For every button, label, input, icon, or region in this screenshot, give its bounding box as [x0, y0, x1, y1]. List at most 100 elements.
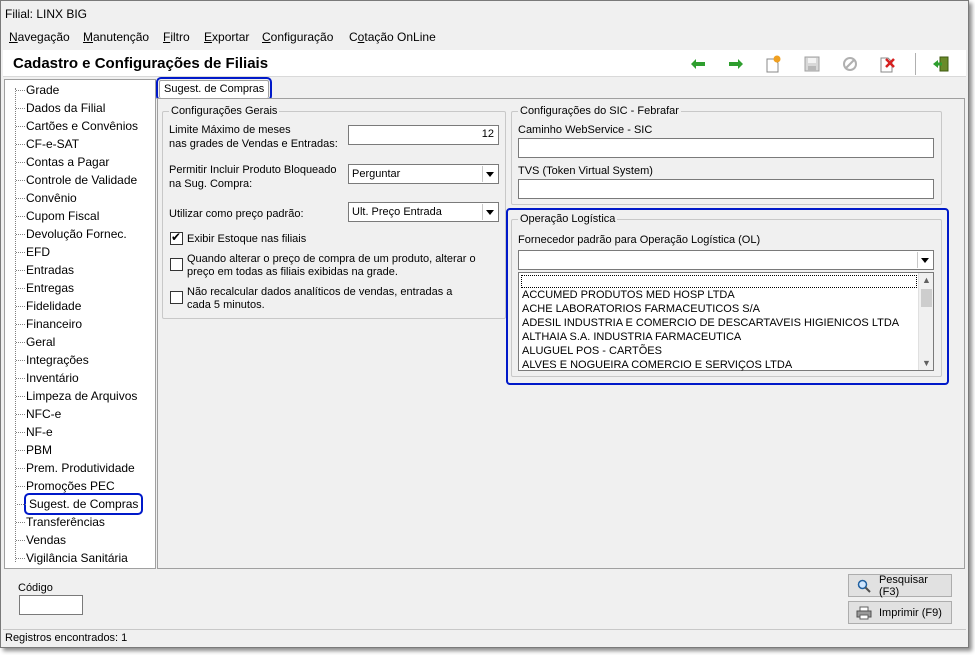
- sidebar-item-grade[interactable]: Grade: [16, 82, 59, 98]
- price-all-stores-label-line1: Quando alterar o preço de compra de um p…: [187, 253, 476, 265]
- tree-connector: [16, 288, 25, 289]
- price-all-stores-checkbox[interactable]: [170, 258, 183, 271]
- sidebar-item-limpeza-de-arquivos[interactable]: Limpeza de Arquivos: [16, 388, 137, 404]
- sidebar-item-contas-a-pagar[interactable]: Contas a Pagar: [16, 154, 109, 170]
- sidebar-item-label: Devolução Fornec.: [26, 227, 127, 241]
- sidebar-item-transferencias[interactable]: Transferências: [16, 514, 105, 530]
- sidebar-item-efd[interactable]: EFD: [16, 244, 50, 260]
- sidebar-item-label: Prem. Produtividade: [26, 461, 135, 475]
- sidebar-item-geral[interactable]: Geral: [16, 334, 56, 350]
- tree-connector: [16, 198, 25, 199]
- sidebar-item-inventario[interactable]: Inventário: [16, 370, 79, 386]
- sidebar-item-label: EFD: [26, 245, 50, 259]
- sidebar-item-controle-de-validade[interactable]: Controle de Validade: [16, 172, 137, 188]
- no-recalc-label-line2: cada 5 minutos.: [187, 299, 265, 311]
- tree-connector: [16, 108, 25, 109]
- group-sic-title: Configurações do SIC - Febrafar: [518, 105, 681, 117]
- tree-connector: [16, 450, 25, 451]
- checkmark-icon: ✔: [171, 230, 182, 244]
- blocked-label-line2: na Sug. Compra:: [169, 178, 253, 190]
- sidebar-item-vigilancia-sanitaria[interactable]: Vigilância Sanitária: [16, 550, 128, 566]
- sidebar-item-cupom-fiscal[interactable]: Cupom Fiscal: [16, 208, 100, 224]
- sidebar-item-label: NFC-e: [26, 407, 62, 421]
- sidebar-item-pbm[interactable]: PBM: [16, 442, 52, 458]
- sidebar-item-devolucao-fornec[interactable]: Devolução Fornec.: [16, 226, 127, 242]
- sidebar-item-dados-da-filial[interactable]: Dados da Filial: [16, 100, 105, 116]
- default-price-select[interactable]: Ult. Preço Entrada: [348, 202, 499, 222]
- sidebar-item-cartoes-e-convenios[interactable]: Cartões e Convênios: [16, 118, 138, 134]
- print-button[interactable]: Imprimir (F9): [848, 601, 952, 624]
- tree-connector: [16, 558, 25, 559]
- sidebar-item-integracoes[interactable]: Integrações: [16, 352, 89, 368]
- arrow-left-icon[interactable]: [687, 53, 709, 75]
- tree-connector: [17, 504, 26, 505]
- sidebar-item-nfc-e[interactable]: NFC-e: [16, 406, 62, 422]
- sidebar-item-label: Convênio: [26, 191, 77, 205]
- tree-connector: [16, 522, 25, 523]
- tree-connector: [16, 432, 25, 433]
- menu-navegacao[interactable]: Navegação: [9, 30, 70, 44]
- chevron-down-icon[interactable]: [482, 204, 497, 220]
- logistics-highlight-box: [506, 208, 949, 385]
- sidebar-item-label: Inventário: [26, 371, 79, 385]
- sidebar-item-convenio[interactable]: Convênio: [16, 190, 77, 206]
- webservice-input[interactable]: [518, 138, 934, 158]
- sidebar-item-financeiro[interactable]: Financeiro: [16, 316, 82, 332]
- chevron-down-icon[interactable]: [482, 166, 497, 182]
- tree-connector: [16, 252, 25, 253]
- stock-checkbox-label: Exibir Estoque nas filiais: [187, 233, 307, 245]
- tree-connector: [16, 306, 25, 307]
- code-input[interactable]: [19, 595, 83, 615]
- limit-months-input[interactable]: 12: [348, 125, 499, 145]
- search-button[interactable]: Pesquisar (F3): [848, 573, 952, 598]
- tree-connector: [16, 342, 25, 343]
- tree-connector: [16, 90, 25, 91]
- tree-connector: [16, 234, 25, 235]
- sidebar-item-label: Geral: [26, 335, 56, 349]
- sidebar-item-nf-e[interactable]: NF-e: [16, 424, 53, 440]
- price-all-stores-label-line2: preço em todas as filiais exibidas na gr…: [187, 266, 398, 278]
- menu-cotacao-online[interactable]: Cotação OnLine: [349, 30, 436, 44]
- arrow-right-icon[interactable]: [725, 53, 747, 75]
- limit-label-line1: Limite Máximo de meses: [169, 124, 291, 136]
- new-document-icon[interactable]: [762, 53, 784, 75]
- tree-connector: [16, 270, 25, 271]
- sidebar-item-label: Cupom Fiscal: [26, 209, 100, 223]
- exit-icon[interactable]: [930, 53, 952, 75]
- menu-filtro[interactable]: Filtro: [163, 30, 190, 44]
- menu-bar: Navegação Manutenção Filtro Exportar Con…: [1, 28, 968, 48]
- price-label: Utilizar como preço padrão:: [169, 208, 304, 220]
- delete-icon[interactable]: [876, 53, 898, 75]
- sidebar-item-entregas[interactable]: Entregas: [16, 280, 74, 296]
- tree-connector: [16, 216, 25, 217]
- blocked-product-select[interactable]: Perguntar: [348, 164, 499, 184]
- sidebar-item-label: Transferências: [26, 515, 105, 529]
- form-header: Cadastro e Configurações de Filiais: [3, 50, 966, 77]
- sidebar-item-vendas[interactable]: Vendas: [16, 532, 66, 548]
- no-recalc-checkbox[interactable]: [170, 291, 183, 304]
- tab-sugest-de-compras[interactable]: Sugest. de Compras: [155, 77, 273, 101]
- sidebar-item-entradas[interactable]: Entradas: [16, 262, 74, 278]
- menu-configuracao[interactable]: Configuração: [262, 30, 333, 44]
- sidebar-item-sugest-de-compras[interactable]: Sugest. de Compras: [17, 493, 144, 515]
- bottom-panel: Código Pesquisar (F3) Imprimir (F9): [4, 572, 965, 628]
- sidebar-item-fidelidade[interactable]: Fidelidade: [16, 298, 82, 314]
- tree-connector: [16, 144, 25, 145]
- menu-exportar[interactable]: Exportar: [204, 30, 249, 44]
- menu-manutencao[interactable]: Manutenção: [83, 30, 149, 44]
- sidebar-item-label: CF-e-SAT: [26, 137, 80, 151]
- tree-guide-line: [15, 88, 16, 562]
- save-icon[interactable]: [801, 53, 823, 75]
- no-recalc-label-line1: Não recalcular dados analíticos de venda…: [187, 286, 453, 298]
- sidebar-item-cf-e-sat[interactable]: CF-e-SAT: [16, 136, 80, 152]
- stock-checkbox[interactable]: ✔: [170, 230, 183, 245]
- sidebar-item-label: Promoções PEC: [26, 479, 115, 493]
- tvs-input[interactable]: [518, 179, 934, 199]
- cancel-icon[interactable]: [839, 53, 861, 75]
- sidebar-item-label: Fidelidade: [26, 299, 82, 313]
- search-icon: [855, 578, 873, 594]
- sidebar-item-prem-produtividade[interactable]: Prem. Produtividade: [16, 460, 135, 476]
- search-button-label: Pesquisar (F3): [878, 573, 928, 598]
- sidebar-item-promocoes-pec[interactable]: Promoções PEC: [16, 478, 115, 494]
- sidebar-item-label: NF-e: [26, 425, 53, 439]
